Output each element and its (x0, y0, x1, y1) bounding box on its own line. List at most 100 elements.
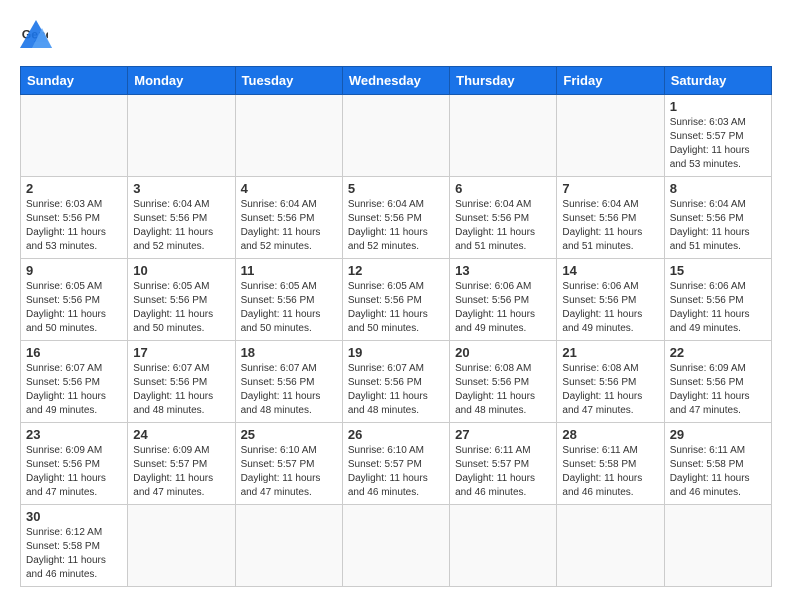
day-number: 1 (670, 99, 766, 114)
day-info: Sunrise: 6:07 AMSunset: 5:56 PMDaylight:… (348, 362, 444, 418)
calendar-cell: 10Sunrise: 6:05 AMSunset: 5:56 PMDayligh… (128, 259, 235, 341)
calendar-cell: 6 Sunrise: 6:04 AMSunset: 5:56 PMDaylight… (450, 177, 557, 259)
day-info: Sunrise: 6:04 AMSunset: 5:56 PMDaylight:… (133, 198, 229, 254)
day-number: 26 (348, 427, 444, 442)
day-number: 25 (241, 427, 337, 442)
weekday-header-saturday: Saturday (664, 67, 771, 95)
day-number: 8 (670, 181, 766, 196)
calendar-week-4: 16 Sunrise: 6:07 AMSunset: 5:56 PMDayligh… (21, 341, 772, 423)
day-info: Sunrise: 6:10 AMSunset: 5:57 PMDaylight:… (348, 444, 444, 500)
day-info: Sunrise: 6:10 AMSunset: 5:57 PMDaylight:… (241, 444, 337, 500)
calendar-cell: 29 Sunrise: 6:11 AMSunset: 5:58 PMDayligh… (664, 423, 771, 505)
day-info: Sunrise: 6:04 AMSunset: 5:56 PMDaylight:… (670, 198, 766, 254)
day-info: Sunrise: 6:04 AMSunset: 5:56 PMDaylight:… (348, 198, 444, 254)
weekday-header-friday: Friday (557, 67, 664, 95)
calendar-cell: 8 Sunrise: 6:04 AMSunset: 5:56 PMDaylight… (664, 177, 771, 259)
calendar-cell: 2 Sunrise: 6:03 AMSunset: 5:56 PMDaylight… (21, 177, 128, 259)
calendar-cell: 22Sunrise: 6:09 AMSunset: 5:56 PMDayligh… (664, 341, 771, 423)
day-info: Sunrise: 6:07 AMSunset: 5:56 PMDaylight:… (26, 362, 122, 418)
day-info: Sunrise: 6:12 AMSunset: 5:58 PMDaylight:… (26, 526, 122, 582)
day-info: Sunrise: 6:06 AMSunset: 5:56 PMDaylight:… (562, 280, 658, 336)
calendar-cell (128, 95, 235, 177)
day-info: Sunrise: 6:05 AMSunset: 5:56 PMDaylight:… (133, 280, 229, 336)
calendar-cell: 17 Sunrise: 6:07 AMSunset: 5:56 PMDayligh… (128, 341, 235, 423)
calendar-cell: 4Sunrise: 6:04 AMSunset: 5:56 PMDaylight… (235, 177, 342, 259)
calendar-table: SundayMondayTuesdayWednesdayThursdayFrid… (20, 66, 772, 587)
calendar-cell: 15Sunrise: 6:06 AMSunset: 5:56 PMDayligh… (664, 259, 771, 341)
calendar-cell: 7Sunrise: 6:04 AMSunset: 5:56 PMDaylight… (557, 177, 664, 259)
day-info: Sunrise: 6:04 AMSunset: 5:56 PMDaylight:… (562, 198, 658, 254)
day-info: Sunrise: 6:11 AMSunset: 5:57 PMDaylight:… (455, 444, 551, 500)
day-number: 2 (26, 181, 122, 196)
calendar-cell (21, 95, 128, 177)
day-info: Sunrise: 6:09 AMSunset: 5:57 PMDaylight:… (133, 444, 229, 500)
calendar-cell (235, 505, 342, 587)
calendar-cell (128, 505, 235, 587)
day-number: 9 (26, 263, 122, 278)
calendar-cell (664, 505, 771, 587)
weekday-header-row: SundayMondayTuesdayWednesdayThursdayFrid… (21, 67, 772, 95)
day-number: 17 (133, 345, 229, 360)
calendar-cell: 14Sunrise: 6:06 AMSunset: 5:56 PMDayligh… (557, 259, 664, 341)
calendar-cell (450, 95, 557, 177)
calendar-cell: 12Sunrise: 6:05 AMSunset: 5:56 PMDayligh… (342, 259, 449, 341)
calendar-cell: 20Sunrise: 6:08 AMSunset: 5:56 PMDayligh… (450, 341, 557, 423)
day-info: Sunrise: 6:07 AMSunset: 5:56 PMDaylight:… (241, 362, 337, 418)
logo-triangle-icon (18, 18, 54, 54)
calendar-cell: 1 Sunrise: 6:03 AMSunset: 5:57 PMDaylight… (664, 95, 771, 177)
day-number: 3 (133, 181, 229, 196)
calendar-cell: 24 Sunrise: 6:09 AMSunset: 5:57 PMDayligh… (128, 423, 235, 505)
day-number: 27 (455, 427, 551, 442)
weekday-header-sunday: Sunday (21, 67, 128, 95)
day-info: Sunrise: 6:09 AMSunset: 5:56 PMDaylight:… (26, 444, 122, 500)
header: General (20, 16, 772, 54)
calendar-cell: 13Sunrise: 6:06 AMSunset: 5:56 PMDayligh… (450, 259, 557, 341)
day-number: 23 (26, 427, 122, 442)
day-number: 29 (670, 427, 766, 442)
calendar-cell: 25 Sunrise: 6:10 AMSunset: 5:57 PMDayligh… (235, 423, 342, 505)
day-number: 15 (670, 263, 766, 278)
day-number: 22 (670, 345, 766, 360)
day-info: Sunrise: 6:05 AMSunset: 5:56 PMDaylight:… (26, 280, 122, 336)
day-number: 12 (348, 263, 444, 278)
weekday-header-tuesday: Tuesday (235, 67, 342, 95)
day-number: 11 (241, 263, 337, 278)
weekday-header-monday: Monday (128, 67, 235, 95)
day-number: 16 (26, 345, 122, 360)
calendar-cell (342, 95, 449, 177)
day-info: Sunrise: 6:06 AMSunset: 5:56 PMDaylight:… (455, 280, 551, 336)
day-number: 6 (455, 181, 551, 196)
calendar-cell (557, 505, 664, 587)
calendar-cell: 21 Sunrise: 6:08 AMSunset: 5:56 PMDayligh… (557, 341, 664, 423)
calendar-cell (342, 505, 449, 587)
calendar-week-3: 9 Sunrise: 6:05 AMSunset: 5:56 PMDaylight… (21, 259, 772, 341)
calendar-cell (557, 95, 664, 177)
day-info: Sunrise: 6:03 AMSunset: 5:57 PMDaylight:… (670, 116, 766, 172)
calendar-week-2: 2 Sunrise: 6:03 AMSunset: 5:56 PMDaylight… (21, 177, 772, 259)
day-info: Sunrise: 6:05 AMSunset: 5:56 PMDaylight:… (241, 280, 337, 336)
day-number: 28 (562, 427, 658, 442)
day-number: 4 (241, 181, 337, 196)
day-number: 19 (348, 345, 444, 360)
day-info: Sunrise: 6:03 AMSunset: 5:56 PMDaylight:… (26, 198, 122, 254)
calendar-cell: 18 Sunrise: 6:07 AMSunset: 5:56 PMDayligh… (235, 341, 342, 423)
calendar-cell: 5Sunrise: 6:04 AMSunset: 5:56 PMDaylight… (342, 177, 449, 259)
day-info: Sunrise: 6:04 AMSunset: 5:56 PMDaylight:… (455, 198, 551, 254)
day-number: 24 (133, 427, 229, 442)
calendar-week-1: 1 Sunrise: 6:03 AMSunset: 5:57 PMDaylight… (21, 95, 772, 177)
day-number: 20 (455, 345, 551, 360)
calendar-week-6: 30 Sunrise: 6:12 AMSunset: 5:58 PMDayligh… (21, 505, 772, 587)
calendar-cell: 28Sunrise: 6:11 AMSunset: 5:58 PMDayligh… (557, 423, 664, 505)
day-number: 21 (562, 345, 658, 360)
weekday-header-thursday: Thursday (450, 67, 557, 95)
logo: General (20, 16, 54, 54)
day-number: 30 (26, 509, 122, 524)
day-number: 18 (241, 345, 337, 360)
calendar-cell: 19 Sunrise: 6:07 AMSunset: 5:56 PMDayligh… (342, 341, 449, 423)
calendar-cell: 16 Sunrise: 6:07 AMSunset: 5:56 PMDayligh… (21, 341, 128, 423)
calendar-cell: 3 Sunrise: 6:04 AMSunset: 5:56 PMDaylight… (128, 177, 235, 259)
day-info: Sunrise: 6:08 AMSunset: 5:56 PMDaylight:… (562, 362, 658, 418)
day-info: Sunrise: 6:11 AMSunset: 5:58 PMDaylight:… (670, 444, 766, 500)
day-info: Sunrise: 6:07 AMSunset: 5:56 PMDaylight:… (133, 362, 229, 418)
calendar-cell: 30 Sunrise: 6:12 AMSunset: 5:58 PMDayligh… (21, 505, 128, 587)
